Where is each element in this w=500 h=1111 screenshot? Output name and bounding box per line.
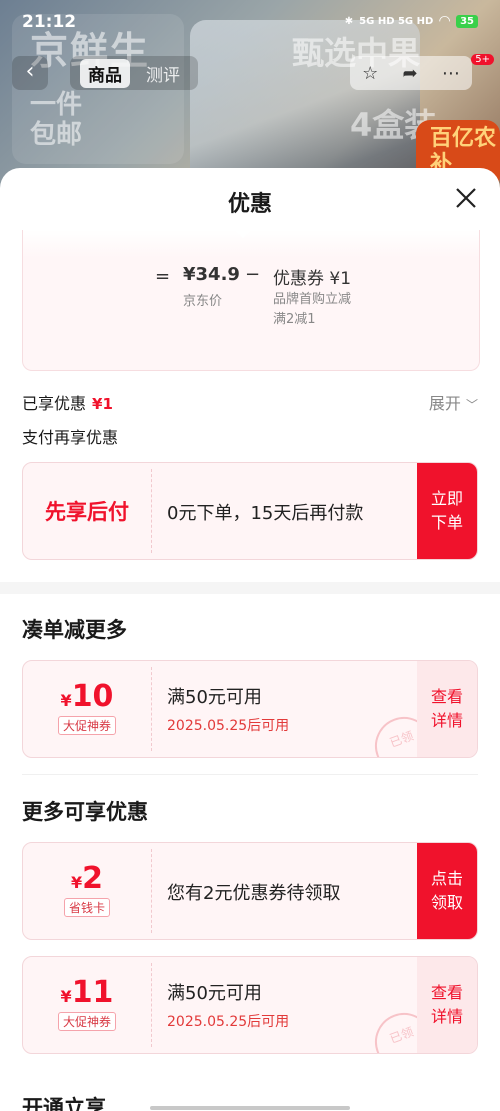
share-icon[interactable]: ➦ xyxy=(403,63,418,84)
coupon-card-savings: ¥2 省钱卡 您有2元优惠券待领取 点击领取 xyxy=(22,842,478,940)
divider xyxy=(22,774,478,775)
enjoyed-amount: ¥1 xyxy=(92,395,113,413)
currency-symbol: ¥ xyxy=(60,691,72,710)
message-badge: 5+ xyxy=(471,54,494,65)
tab-product[interactable]: 商品 xyxy=(80,58,130,88)
coupon-condition: 满50元可用 xyxy=(167,687,262,708)
jd-price: ¥34.9 xyxy=(183,264,240,285)
battery-icon: 35 xyxy=(456,14,478,28)
view-details-label: 查看详情 xyxy=(430,687,463,730)
coupon-condition: 满50元可用 xyxy=(167,983,262,1004)
home-indicator[interactable] xyxy=(150,1106,350,1110)
equals-sign: = xyxy=(155,266,171,287)
coupon-amount: 2 xyxy=(82,861,103,896)
claim-button[interactable]: 点击领取 xyxy=(417,843,477,939)
bnpl-order-label: 立即下单 xyxy=(430,489,463,532)
currency-symbol: ¥ xyxy=(70,873,83,892)
currency-symbol: ¥ xyxy=(60,987,72,1006)
wifi-icon: ◠ xyxy=(439,13,451,29)
coupon-rule: 满2减1 xyxy=(273,312,316,327)
back-button[interactable]: ‹ xyxy=(12,56,48,90)
coupon-tag: 省钱卡 xyxy=(63,898,110,917)
card-divider xyxy=(151,469,152,553)
status-time: 21:12 xyxy=(22,12,77,32)
discount-sheet: 优惠 = ¥34.9 京东价 − 优惠券 ¥1 品牌首购立减 满2减1 已享优惠… xyxy=(0,168,500,1111)
coupon-desc: 品牌首购立减 xyxy=(273,292,352,307)
bnpl-desc: 0元下单，15天后再付款 xyxy=(167,503,364,524)
bnpl-title: 先享后付 xyxy=(45,500,129,524)
enjoyed-label: 已享优惠 xyxy=(22,394,87,413)
coupon-discount-desc: 品牌首购立减 满2减1 xyxy=(273,290,353,330)
open-section-title: 开通立享 xyxy=(22,1096,106,1111)
price-breakdown: = ¥34.9 京东价 − 优惠券 ¥1 品牌首购立减 满2减1 xyxy=(22,228,480,371)
card-divider xyxy=(151,667,152,751)
coupon-value: ¥10 大促神券 xyxy=(23,661,151,757)
coupon-discount: 优惠券 ¥1 xyxy=(273,269,352,289)
bluetooth-icon: ✱ xyxy=(344,15,354,27)
claim-label: 点击领取 xyxy=(430,869,463,912)
coupon-card-more: ¥11 大促神券 满50元可用 2025.05.25后可用 已领 查看详情 xyxy=(22,956,478,1054)
view-details-button[interactable]: 查看详情 xyxy=(417,661,477,757)
tab-review[interactable]: 测评 xyxy=(138,59,188,88)
more-icon[interactable]: ⋯ xyxy=(442,63,460,84)
coupon-value: ¥2 省钱卡 xyxy=(23,843,151,939)
status-bar: 21:12 ✱ 5G HD 5G HD ◠ 35 xyxy=(0,0,500,44)
bnpl-card: 先享后付 0元下单，15天后再付款 立即下单 xyxy=(22,462,478,560)
coupon-tag: 大促神券 xyxy=(57,1012,116,1031)
coupon-value: ¥11 大促神券 xyxy=(23,957,151,1053)
coupon-valid: 2025.05.25后可用 xyxy=(167,1014,290,1030)
chevron-down-icon: ﹀ xyxy=(465,398,478,412)
minus-sign: − xyxy=(245,264,261,285)
coupon-tag: 大促神券 xyxy=(57,716,116,735)
card-divider xyxy=(151,849,152,933)
coupon-info: 满50元可用 2025.05.25后可用 xyxy=(167,979,289,1031)
coupon-amount: 10 xyxy=(71,679,114,714)
signal-icon: 5G HD 5G HD xyxy=(359,15,434,27)
bnpl-order-button[interactable]: 立即下单 xyxy=(417,463,477,559)
card-divider xyxy=(151,963,152,1047)
coupon-info: 满50元可用 2025.05.25后可用 xyxy=(167,683,289,735)
view-details-label: 查看详情 xyxy=(430,983,463,1026)
coupon-card-combine: ¥10 大促神券 满50元可用 2025.05.25后可用 已领 查看详情 xyxy=(22,660,478,758)
more-section-title: 更多可享优惠 xyxy=(22,800,148,824)
nav-tabs: 商品 测评 xyxy=(70,56,198,90)
chevron-left-icon: ‹ xyxy=(25,59,35,84)
jd-price-label: 京东价 xyxy=(183,294,223,309)
promo-left: 一件包邮 xyxy=(30,90,83,150)
view-details-button[interactable]: 查看详情 xyxy=(417,957,477,1053)
status-icons: ✱ 5G HD 5G HD ◠ 35 xyxy=(345,13,478,29)
product-nav: ‹ 商品 测评 ☆ ➦ ⋯ 5+ xyxy=(0,52,500,92)
nav-actions: ☆ ➦ ⋯ xyxy=(350,56,472,90)
pay-more-label: 支付再享优惠 xyxy=(22,428,119,447)
sheet-title: 优惠 xyxy=(227,192,272,217)
close-icon[interactable] xyxy=(450,182,482,214)
favorite-star-icon[interactable]: ☆ xyxy=(362,63,378,84)
coupon-amount: 11 xyxy=(71,975,114,1010)
coupon-desc: 您有2元优惠券待领取 xyxy=(167,883,341,904)
expand-label: 展开 xyxy=(428,394,461,413)
calc-notch xyxy=(233,228,253,238)
enjoyed-discount: 已享优惠 ¥1 xyxy=(22,390,113,414)
expand-button[interactable]: 展开 ﹀ xyxy=(429,390,478,414)
combine-section-title: 凑单减更多 xyxy=(22,618,127,642)
coupon-valid: 2025.05.25后可用 xyxy=(167,718,290,734)
section-separator xyxy=(0,582,500,594)
